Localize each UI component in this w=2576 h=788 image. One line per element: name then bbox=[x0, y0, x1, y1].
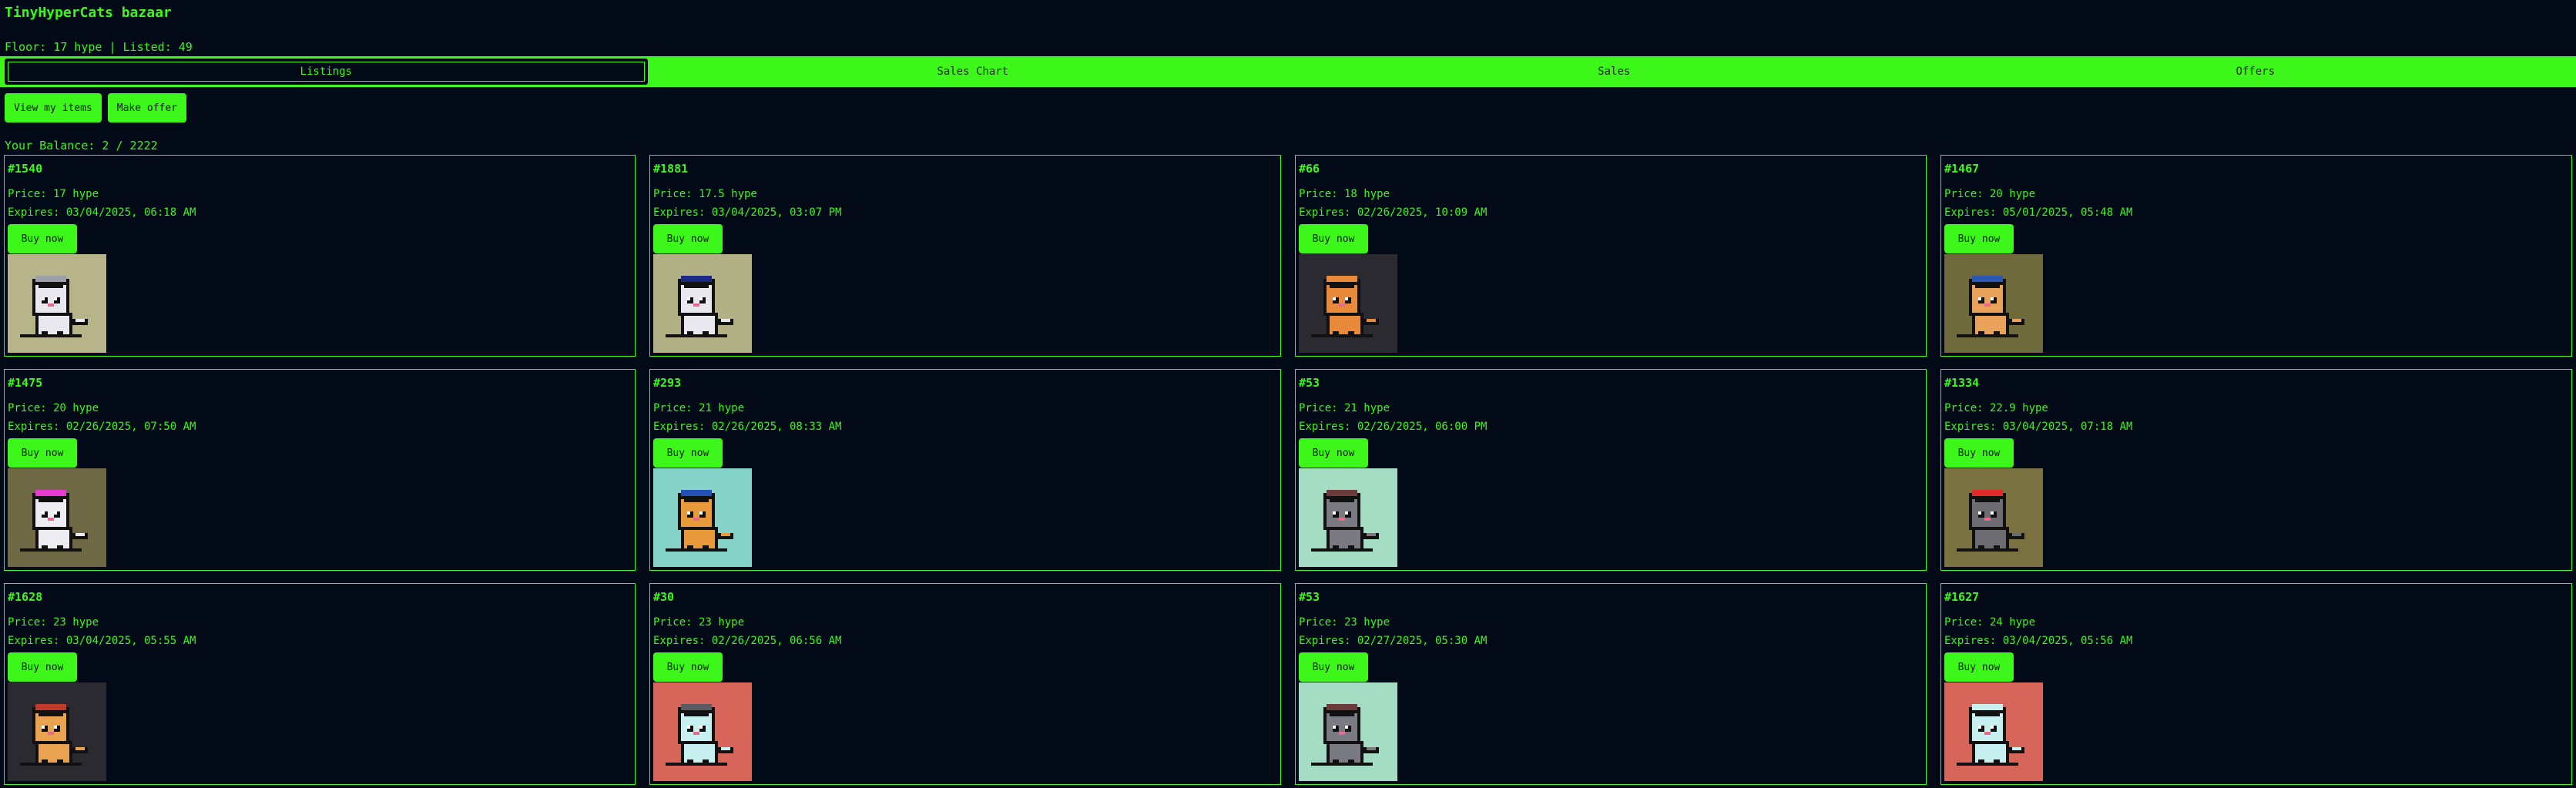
listing-expiry: Expires: 03/04/2025, 05:56 AM bbox=[1944, 635, 2133, 647]
listing-expiry: Expires: 05/01/2025, 05:48 AM bbox=[1944, 206, 2133, 219]
listing-expiry: Expires: 03/04/2025, 03:07 PM bbox=[653, 206, 842, 219]
listing-id: #1628 bbox=[8, 590, 43, 604]
listing-card: #1334 Price: 22.9 hype Expires: 03/04/2025… bbox=[1940, 369, 2572, 571]
listing-price: Price: 23 hype bbox=[8, 616, 99, 629]
cat-image[interactable] bbox=[1944, 468, 2043, 567]
listing-price: Price: 23 hype bbox=[1299, 616, 1390, 629]
buy-now-button[interactable]: Buy now bbox=[1299, 652, 1368, 682]
cat-image[interactable] bbox=[1944, 682, 2043, 781]
tab-sales-chart[interactable]: Sales Chart bbox=[655, 59, 1292, 85]
buy-now-button[interactable]: Buy now bbox=[1299, 438, 1368, 468]
view-my-items-button[interactable]: View my items bbox=[5, 93, 102, 122]
listing-price: Price: 17 hype bbox=[8, 188, 99, 200]
make-offer-button[interactable]: Make offer bbox=[107, 93, 187, 122]
buy-now-button[interactable]: Buy now bbox=[1944, 652, 2014, 682]
buy-now-button[interactable]: Buy now bbox=[8, 652, 77, 682]
market-stats: Floor: 17 hype | Listed: 49 bbox=[5, 40, 193, 54]
buy-now-button[interactable]: Buy now bbox=[653, 438, 723, 468]
listing-id: #53 bbox=[1299, 590, 1320, 604]
listing-price: Price: 20 hype bbox=[8, 402, 99, 414]
tab-sales[interactable]: Sales bbox=[1296, 59, 1933, 85]
listing-id: #1540 bbox=[8, 162, 43, 176]
listing-card: #1467 Price: 20 hype Expires: 05/01/2025, … bbox=[1940, 155, 2572, 357]
cat-image[interactable] bbox=[653, 468, 752, 567]
listing-price: Price: 21 hype bbox=[1299, 402, 1390, 414]
listing-id: #53 bbox=[1299, 376, 1320, 390]
listing-price: Price: 22.9 hype bbox=[1944, 402, 2048, 414]
listing-card: #1475 Price: 20 hype Expires: 02/26/2025, … bbox=[4, 369, 636, 571]
listing-expiry: Expires: 02/26/2025, 08:33 AM bbox=[653, 421, 842, 433]
listing-id: #1467 bbox=[1944, 162, 1980, 176]
page-title: TinyHyperCats bazaar bbox=[5, 5, 172, 21]
listing-id: #30 bbox=[653, 590, 675, 604]
cat-image[interactable] bbox=[1944, 254, 2043, 353]
listing-id: #293 bbox=[653, 376, 682, 390]
listing-price: Price: 20 hype bbox=[1944, 188, 2036, 200]
buy-now-button[interactable]: Buy now bbox=[1944, 438, 2014, 468]
listing-id: #66 bbox=[1299, 162, 1320, 176]
cat-image[interactable] bbox=[653, 254, 752, 353]
listing-price: Price: 18 hype bbox=[1299, 188, 1390, 200]
listing-price: Price: 24 hype bbox=[1944, 616, 2036, 629]
cat-image[interactable] bbox=[1299, 254, 1397, 353]
listing-price: Price: 23 hype bbox=[653, 616, 745, 629]
listing-expiry: Expires: 02/26/2025, 07:50 AM bbox=[8, 421, 196, 433]
listing-expiry: Expires: 02/26/2025, 06:00 PM bbox=[1299, 421, 1488, 433]
listing-card: #53 Price: 21 hype Expires: 02/26/2025, 06… bbox=[1295, 369, 1927, 571]
cat-image[interactable] bbox=[8, 682, 106, 781]
listing-id: #1334 bbox=[1944, 376, 1980, 390]
listing-expiry: Expires: 02/27/2025, 05:30 AM bbox=[1299, 635, 1488, 647]
listing-price: Price: 17.5 hype bbox=[653, 188, 757, 200]
listing-card: #53 Price: 23 hype Expires: 02/27/2025, 05… bbox=[1295, 583, 1927, 785]
tab-offers[interactable]: Offers bbox=[1937, 59, 2574, 85]
buy-now-button[interactable]: Buy now bbox=[653, 652, 723, 682]
listing-card: #1627 Price: 24 hype Expires: 03/04/2025, … bbox=[1940, 583, 2572, 785]
tab-bar: Listings Sales Chart Sales Offers bbox=[0, 56, 2576, 87]
listing-card: #293 Price: 21 hype Expires: 02/26/2025, 0… bbox=[649, 369, 1281, 571]
listing-card: #66 Price: 18 hype Expires: 02/26/2025, 10… bbox=[1295, 155, 1927, 357]
listing-expiry: Expires: 03/04/2025, 06:18 AM bbox=[8, 206, 196, 219]
cat-image[interactable] bbox=[1299, 682, 1397, 781]
buy-now-button[interactable]: Buy now bbox=[8, 224, 77, 253]
listing-id: #1627 bbox=[1944, 590, 1980, 604]
buy-now-button[interactable]: Buy now bbox=[1944, 224, 2014, 253]
cat-image[interactable] bbox=[8, 468, 106, 567]
listing-expiry: Expires: 03/04/2025, 05:55 AM bbox=[8, 635, 196, 647]
listing-id: #1881 bbox=[653, 162, 689, 176]
listing-card: #1540 Price: 17 hype Expires: 03/04/2025, … bbox=[4, 155, 636, 357]
buy-now-button[interactable]: Buy now bbox=[653, 224, 723, 253]
cat-image[interactable] bbox=[1299, 468, 1397, 567]
listing-price: Price: 21 hype bbox=[653, 402, 745, 414]
buy-now-button[interactable]: Buy now bbox=[8, 438, 77, 468]
listing-card: #1881 Price: 17.5 hype Expires: 03/04/2025… bbox=[649, 155, 1281, 357]
listing-card: #1628 Price: 23 hype Expires: 03/04/2025, … bbox=[4, 583, 636, 785]
buy-now-button[interactable]: Buy now bbox=[1299, 224, 1368, 253]
cat-image[interactable] bbox=[8, 254, 106, 353]
listing-card: #30 Price: 23 hype Expires: 02/26/2025, 06… bbox=[649, 583, 1281, 785]
cat-image[interactable] bbox=[653, 682, 752, 781]
listing-id: #1475 bbox=[8, 376, 43, 390]
listing-expiry: Expires: 02/26/2025, 10:09 AM bbox=[1299, 206, 1488, 219]
tab-listings[interactable]: Listings bbox=[5, 59, 648, 85]
listing-expiry: Expires: 03/04/2025, 07:18 AM bbox=[1944, 421, 2133, 433]
action-buttons: View my items Make offer bbox=[5, 93, 187, 122]
balance-text: Your Balance: 2 / 2222 bbox=[5, 139, 158, 153]
listing-expiry: Expires: 02/26/2025, 06:56 AM bbox=[653, 635, 842, 647]
